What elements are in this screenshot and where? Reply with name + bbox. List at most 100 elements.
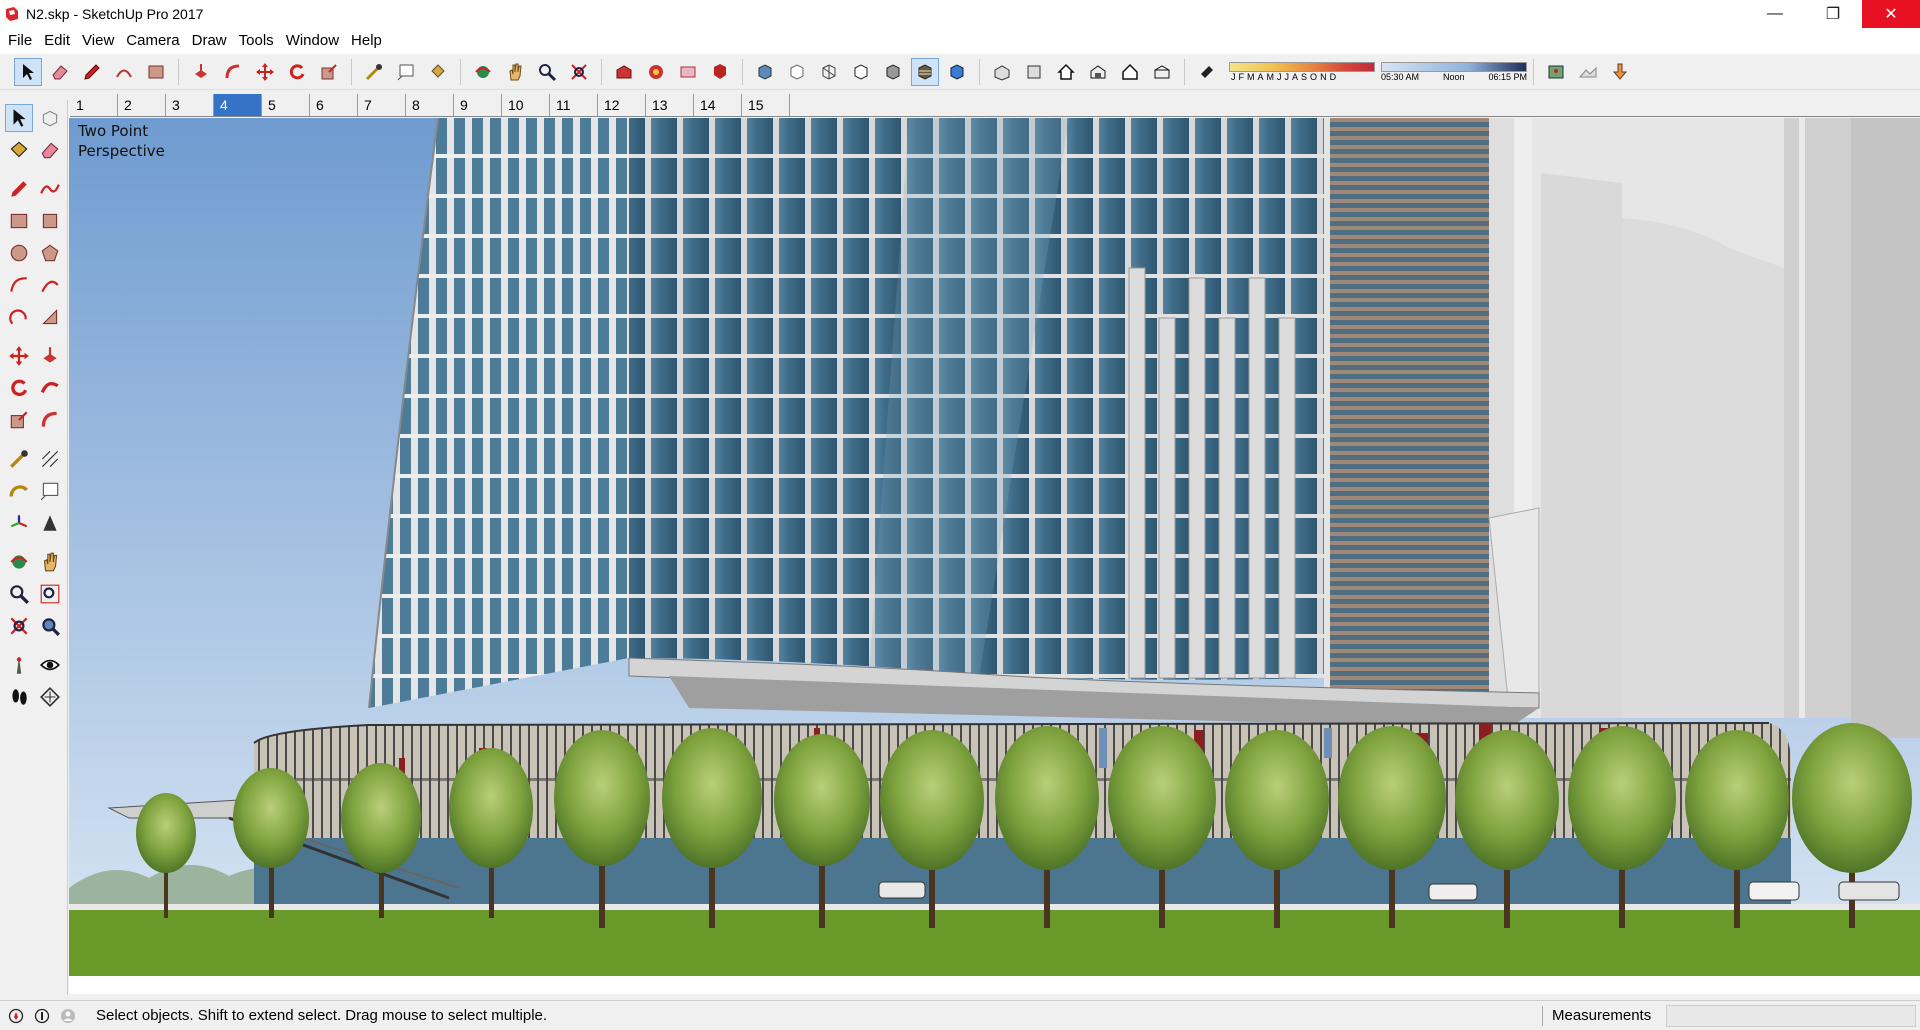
push-pull-button[interactable]: [36, 342, 64, 370]
scene-tab-7[interactable]: 7: [358, 94, 406, 116]
walk-button[interactable]: [5, 683, 33, 711]
zoom-window-button[interactable]: [36, 580, 64, 608]
position-camera-button[interactable]: [5, 651, 33, 679]
tape-measure-button[interactable]: [5, 445, 33, 473]
arc-tool-button[interactable]: [5, 271, 33, 299]
previous-view-button[interactable]: [36, 612, 64, 640]
geolocation-icon[interactable]: [6, 1006, 26, 1026]
polygon-tool-button[interactable]: [36, 239, 64, 267]
menu-file[interactable]: File: [2, 28, 38, 54]
follow-me-button[interactable]: [36, 374, 64, 402]
3d-warehouse-button[interactable]: [610, 58, 638, 86]
scene-tab-15[interactable]: 15: [742, 94, 790, 116]
scene-tab-10[interactable]: 10: [502, 94, 550, 116]
freehand-tool-button[interactable]: [36, 175, 64, 203]
eraser-tool-button[interactable]: [36, 136, 64, 164]
text-button[interactable]: [36, 477, 64, 505]
right-view-button[interactable]: [1084, 58, 1112, 86]
line-tool-button[interactable]: [78, 58, 106, 86]
add-location-button[interactable]: [1542, 58, 1570, 86]
monochrome-button[interactable]: [943, 58, 971, 86]
select-tool-button[interactable]: [5, 104, 33, 132]
month-slider[interactable]: [1229, 61, 1375, 72]
zoom-extents-button[interactable]: [5, 612, 33, 640]
paint-bucket-button[interactable]: [424, 58, 452, 86]
minimize-button[interactable]: —: [1746, 0, 1804, 28]
scene-tab-12[interactable]: 12: [598, 94, 646, 116]
credits-icon[interactable]: [32, 1006, 52, 1026]
scene-tab-6[interactable]: 6: [310, 94, 358, 116]
scene-tab-8[interactable]: 8: [406, 94, 454, 116]
scene-tab-13[interactable]: 13: [646, 94, 694, 116]
top-view-button[interactable]: [1020, 58, 1048, 86]
rectangle-tool-button[interactable]: [142, 58, 170, 86]
menu-edit[interactable]: Edit: [38, 28, 76, 54]
zoom-button[interactable]: [5, 580, 33, 608]
rotate-button[interactable]: [5, 374, 33, 402]
scene-tab-4[interactable]: 4: [214, 94, 262, 116]
time-slider[interactable]: [1381, 61, 1527, 72]
tape-measure-button[interactable]: [360, 58, 388, 86]
scene-tab-9[interactable]: 9: [454, 94, 502, 116]
menu-camera[interactable]: Camera: [120, 28, 185, 54]
offset-button[interactable]: [36, 406, 64, 434]
three-point-arc-button[interactable]: [5, 303, 33, 331]
back-view-button[interactable]: [1116, 58, 1144, 86]
restore-button[interactable]: ❐: [1804, 0, 1862, 28]
scene-tab-11[interactable]: 11: [550, 94, 598, 116]
left-view-button[interactable]: [1148, 58, 1176, 86]
share-component-button[interactable]: [674, 58, 702, 86]
two-point-arc-button[interactable]: [36, 271, 64, 299]
shadows-toggle-button[interactable]: [1193, 58, 1221, 86]
move-button[interactable]: [5, 342, 33, 370]
zoom-extents-button[interactable]: [565, 58, 593, 86]
scene-tab-3[interactable]: 3: [166, 94, 214, 116]
axes-button[interactable]: [5, 509, 33, 537]
orbit-button[interactable]: [469, 58, 497, 86]
section-plane-button[interactable]: [36, 683, 64, 711]
arc-tool-button[interactable]: [110, 58, 138, 86]
move-button[interactable]: [251, 58, 279, 86]
protractor-button[interactable]: [5, 477, 33, 505]
paint-bucket-button[interactable]: [5, 136, 33, 164]
text-button[interactable]: [392, 58, 420, 86]
look-around-button[interactable]: [36, 651, 64, 679]
rotate-button[interactable]: [283, 58, 311, 86]
dimension-button[interactable]: [36, 445, 64, 473]
xray-button[interactable]: [751, 58, 779, 86]
circle-tool-button[interactable]: [5, 239, 33, 267]
make-component-button[interactable]: [36, 104, 64, 132]
line-tool-button[interactable]: [5, 175, 33, 203]
menu-help[interactable]: Help: [345, 28, 388, 54]
rectangle-tool-button[interactable]: [5, 207, 33, 235]
front-view-button[interactable]: [1052, 58, 1080, 86]
3d-text-button[interactable]: [36, 509, 64, 537]
zoom-button[interactable]: [533, 58, 561, 86]
push-pull-button[interactable]: [187, 58, 215, 86]
share-model-button[interactable]: [642, 58, 670, 86]
shaded-button[interactable]: [879, 58, 907, 86]
scene-tab-5[interactable]: 5: [262, 94, 310, 116]
scale-button[interactable]: [315, 58, 343, 86]
menu-tools[interactable]: Tools: [233, 28, 280, 54]
user-account-icon[interactable]: [58, 1006, 78, 1026]
close-button[interactable]: ✕: [1862, 0, 1920, 28]
wireframe-button[interactable]: [815, 58, 843, 86]
scene-tab-14[interactable]: 14: [694, 94, 742, 116]
rotated-rectangle-button[interactable]: [36, 207, 64, 235]
eraser-tool-button[interactable]: [46, 58, 74, 86]
menu-view[interactable]: View: [76, 28, 120, 54]
scene-tab-1[interactable]: 1: [70, 94, 118, 116]
extension-warehouse-button[interactable]: [706, 58, 734, 86]
back-edges-button[interactable]: [783, 58, 811, 86]
iso-view-button[interactable]: [988, 58, 1016, 86]
pan-button[interactable]: [36, 548, 64, 576]
menu-draw[interactable]: Draw: [186, 28, 233, 54]
pie-tool-button[interactable]: [36, 303, 64, 331]
measurements-input[interactable]: [1666, 1005, 1916, 1027]
select-tool-button[interactable]: [14, 57, 42, 86]
orbit-button[interactable]: [5, 548, 33, 576]
pan-button[interactable]: [501, 58, 529, 86]
hidden-line-button[interactable]: [847, 58, 875, 86]
offset-button[interactable]: [219, 58, 247, 86]
